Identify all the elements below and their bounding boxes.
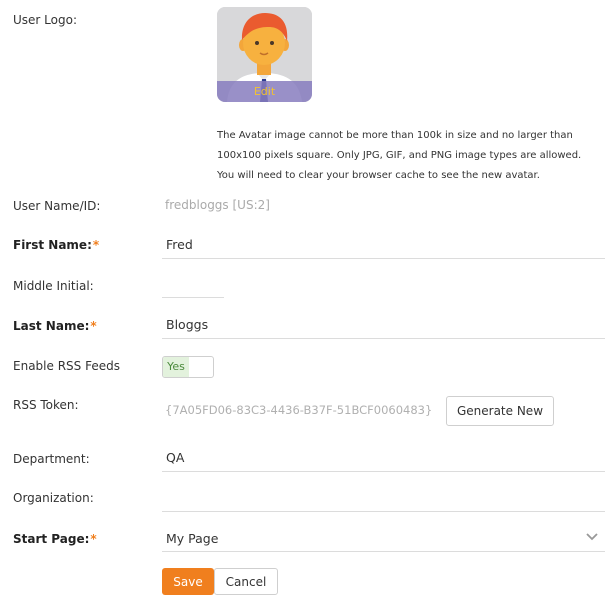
start-page-value: My Page	[166, 531, 219, 546]
generate-new-button[interactable]: Generate New	[446, 396, 554, 426]
department-value: QA	[166, 450, 185, 465]
required-marker: *	[90, 319, 97, 333]
avatar-help-text: The Avatar image cannot be more than 100…	[217, 126, 602, 186]
required-marker: *	[90, 532, 97, 546]
user-logo-label: User Logo:	[13, 13, 77, 27]
avatar-help-line: You will need to clear your browser cach…	[217, 170, 540, 181]
rss-feeds-label: Enable RSS Feeds	[13, 359, 120, 373]
first-name-label-text: First Name:	[13, 238, 92, 252]
user-name-value: fredbloggs [US:2]	[165, 198, 270, 212]
organization-label: Organization:	[13, 491, 94, 505]
organization-field[interactable]	[162, 484, 605, 512]
last-name-value: Bloggs	[166, 317, 209, 332]
avatar-help-line: 100x100 pixels square. Only JPG, GIF, an…	[217, 150, 582, 161]
middle-initial-label: Middle Initial:	[13, 279, 94, 293]
last-name-label-text: Last Name:	[13, 319, 90, 333]
start-page-select[interactable]: My Page	[162, 525, 605, 552]
rss-token-value: {7A05FD06-83C3-4436-B37F-51BCF0060483}	[165, 403, 433, 417]
avatar-help-line: The Avatar image cannot be more than 100…	[217, 130, 573, 141]
first-name-value: Fred	[166, 237, 193, 252]
first-name-label: First Name:*	[13, 238, 99, 252]
department-field[interactable]: QA	[162, 444, 605, 472]
save-button[interactable]: Save	[162, 568, 214, 595]
rss-feeds-toggle[interactable]: Yes	[162, 356, 214, 378]
start-page-label: Start Page:*	[13, 532, 97, 546]
cancel-button[interactable]: Cancel	[214, 568, 278, 595]
last-name-label: Last Name:*	[13, 319, 97, 333]
department-label: Department:	[13, 452, 90, 466]
rss-toggle-on-label: Yes	[163, 357, 189, 377]
middle-initial-field[interactable]	[162, 270, 224, 298]
last-name-field[interactable]: Bloggs	[162, 311, 605, 339]
start-page-label-text: Start Page:	[13, 532, 90, 546]
required-marker: *	[92, 238, 100, 252]
first-name-field[interactable]: Fred	[162, 231, 605, 259]
chevron-down-icon	[586, 533, 598, 541]
user-avatar[interactable]: Edit	[217, 7, 312, 102]
rss-token-label: RSS Token:	[13, 398, 79, 412]
user-name-label: User Name/ID:	[13, 199, 101, 213]
avatar-edit-button[interactable]: Edit	[217, 81, 312, 102]
